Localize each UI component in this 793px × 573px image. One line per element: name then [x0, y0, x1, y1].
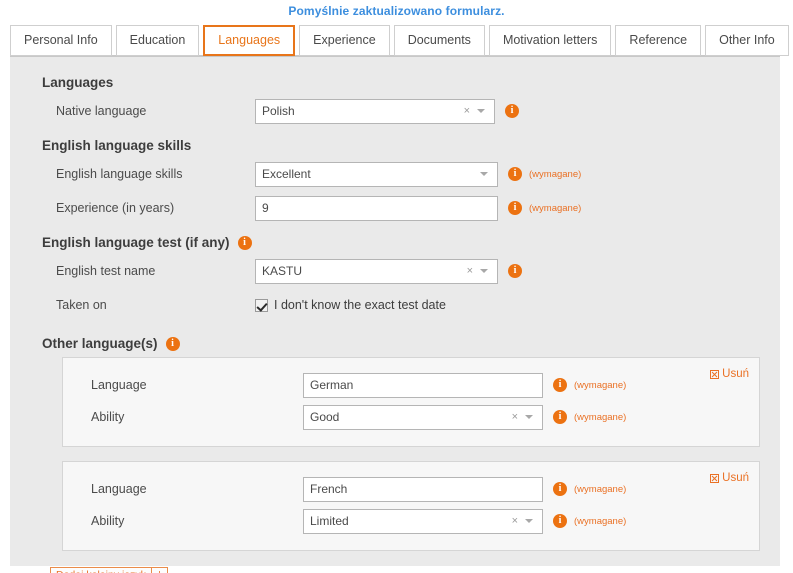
remove-box-icon: [710, 369, 720, 379]
chevron-down-icon[interactable]: [477, 109, 485, 113]
chevron-down-icon[interactable]: [525, 415, 533, 419]
input-language[interactable]: French: [303, 476, 543, 502]
row-ability: Ability Good × i (wymagane): [63, 402, 759, 432]
info-icon[interactable]: i: [553, 482, 567, 496]
info-icon[interactable]: i: [508, 264, 522, 278]
clear-icon[interactable]: ×: [508, 411, 525, 423]
row-language: Language German i (wymagane): [63, 370, 759, 400]
tab-other-info[interactable]: Other Info: [705, 25, 789, 56]
section-heading-english-test: English language test (if any) i: [42, 235, 780, 250]
label-experience-years: Experience (in years): [56, 201, 175, 215]
select-ability[interactable]: Good ×: [303, 404, 543, 430]
label-language: Language: [91, 378, 147, 392]
select-ability-value: Good: [310, 410, 340, 424]
info-icon[interactable]: i: [508, 201, 522, 215]
section-title-other-languages: Other language(s): [42, 336, 158, 351]
info-icon[interactable]: i: [553, 378, 567, 392]
section-heading-languages: Languages: [42, 75, 780, 90]
required-note: (wymagane): [574, 483, 627, 495]
remove-box-icon: [710, 473, 720, 483]
add-language-label: Dodaj kolejny język: [51, 568, 151, 573]
row-experience-years: Experience (in years) 9 i (wymagane): [10, 193, 780, 223]
input-language-value: French: [310, 482, 348, 496]
checkbox-unknown-test-date-label[interactable]: I don't know the exact test date: [274, 298, 446, 312]
required-note: (wymagane): [529, 168, 582, 180]
section-title-english-skills: English language skills: [42, 138, 192, 153]
info-icon[interactable]: i: [553, 410, 567, 424]
clear-icon[interactable]: ×: [460, 105, 477, 117]
tab-education[interactable]: Education: [115, 25, 200, 56]
form-page: Pomyślnie zaktualizowano formularz. Pers…: [0, 0, 793, 573]
select-ability-value: Limited: [310, 514, 349, 528]
chevron-down-icon[interactable]: [525, 519, 533, 523]
input-language-value: German: [310, 378, 354, 392]
row-language: Language French i (wymagane): [63, 474, 759, 504]
label-taken-on: Taken on: [56, 298, 107, 312]
info-icon[interactable]: i: [553, 514, 567, 528]
remove-language-label: Usuń: [722, 472, 749, 484]
required-note: (wymagane): [574, 411, 627, 423]
row-english-test-name: English test name KASTU × i: [10, 256, 780, 286]
section-heading-english-skills: English language skills: [42, 138, 780, 153]
remove-language-button[interactable]: Usuń: [710, 368, 749, 380]
required-note: (wymagane): [574, 515, 627, 527]
info-icon[interactable]: i: [505, 104, 519, 118]
add-language-button[interactable]: Dodaj kolejny język: [50, 567, 168, 573]
label-ability: Ability: [91, 514, 125, 528]
select-english-test-name-value: KASTU: [262, 264, 303, 278]
select-english-test-name[interactable]: KASTU ×: [255, 258, 498, 284]
checkbox-unknown-test-date[interactable]: [255, 298, 268, 312]
required-note: (wymagane): [529, 202, 582, 214]
select-english-skill[interactable]: Excellent: [255, 161, 498, 187]
clear-icon[interactable]: ×: [463, 265, 480, 277]
tab-documents[interactable]: Documents: [393, 25, 485, 56]
info-icon[interactable]: i: [165, 336, 180, 351]
clear-icon[interactable]: ×: [508, 515, 525, 527]
label-ability: Ability: [91, 410, 125, 424]
required-note: (wymagane): [574, 379, 627, 391]
label-english-test-name: English test name: [56, 264, 156, 278]
row-taken-on: Taken on I don't know the exact test dat…: [10, 290, 780, 320]
language-group: Usuń Language French i (wymagane) Abilit…: [62, 461, 760, 551]
label-native-language: Native language: [56, 104, 147, 118]
remove-language-label: Usuń: [722, 368, 749, 380]
input-experience-years[interactable]: 9: [255, 195, 498, 221]
input-experience-years-value: 9: [262, 201, 269, 215]
info-icon[interactable]: i: [237, 235, 252, 250]
select-native-language-value: Polish: [262, 104, 295, 118]
tab-bar: Personal Info Education Languages Experi…: [10, 22, 793, 56]
language-group: Usuń Language German i (wymagane) Abilit…: [62, 357, 760, 447]
section-title-english-test: English language test (if any): [42, 235, 230, 250]
languages-panel: Languages Native language Polish × i Eng…: [10, 56, 780, 573]
plus-icon[interactable]: [150, 568, 167, 573]
row-native-language: Native language Polish × i: [10, 96, 780, 126]
input-language[interactable]: German: [303, 372, 543, 398]
tab-experience[interactable]: Experience: [299, 25, 390, 56]
flash-message: Pomyślnie zaktualizowano formularz.: [288, 4, 505, 18]
select-native-language[interactable]: Polish ×: [255, 98, 495, 124]
tab-motivation-letters[interactable]: Motivation letters: [488, 25, 612, 56]
row-ability: Ability Limited × i (wymagane): [63, 506, 759, 536]
chevron-down-icon[interactable]: [480, 172, 488, 176]
tab-reference[interactable]: Reference: [615, 25, 702, 56]
select-english-skill-value: Excellent: [262, 167, 311, 181]
label-english-skill: English language skills: [56, 167, 183, 181]
tab-languages[interactable]: Languages: [203, 25, 296, 56]
select-ability[interactable]: Limited ×: [303, 508, 543, 534]
chevron-down-icon[interactable]: [480, 269, 488, 273]
row-english-skill: English language skills Excellent i (wym…: [10, 159, 780, 189]
section-title-languages: Languages: [42, 75, 114, 90]
label-language: Language: [91, 482, 147, 496]
tab-personal-info[interactable]: Personal Info: [10, 25, 112, 56]
section-heading-other-languages: Other language(s) i: [42, 336, 780, 351]
remove-language-button[interactable]: Usuń: [710, 472, 749, 484]
info-icon[interactable]: i: [508, 167, 522, 181]
